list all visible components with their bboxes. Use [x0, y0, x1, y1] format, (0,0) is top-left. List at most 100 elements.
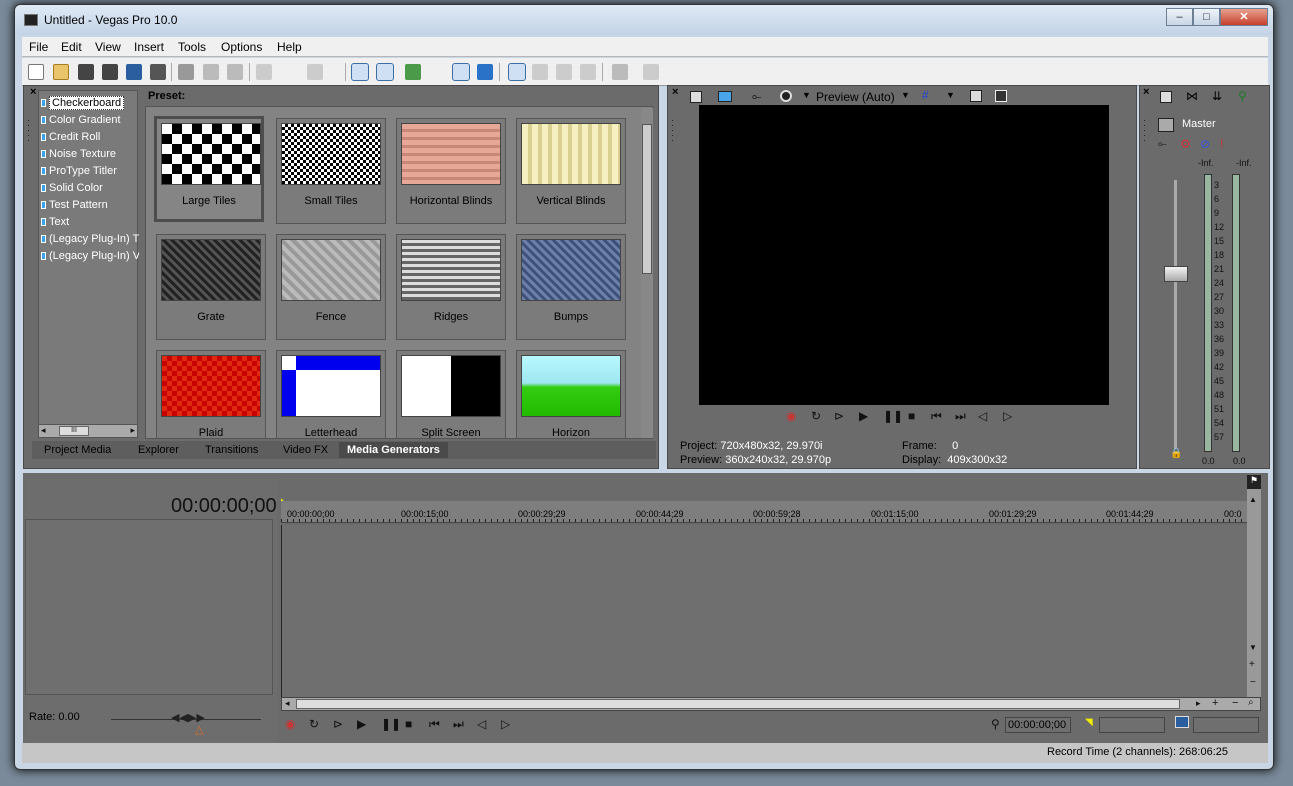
play-from-start-icon[interactable]: ⊳ — [834, 409, 844, 423]
scroll-up-icon[interactable]: ▲ — [1249, 495, 1257, 504]
timeline-horizontal-scrollbar[interactable]: ◂ ▸ + − ⌕ — [281, 697, 1261, 711]
close-panel-icon[interactable]: × — [1143, 86, 1149, 98]
preset-bumps[interactable]: Bumps — [516, 234, 626, 340]
tree-item-noise-texture[interactable]: Noise Texture — [41, 146, 139, 162]
scroll-left-icon[interactable]: ◂ — [285, 698, 290, 709]
stop-icon[interactable]: ■ — [908, 409, 915, 423]
preview-properties-icon[interactable] — [690, 91, 702, 103]
menu-help[interactable]: Help — [277, 40, 302, 54]
menu-file[interactable]: File — [29, 40, 48, 54]
minimize-button[interactable]: – — [1166, 8, 1193, 26]
mixer-properties-icon[interactable] — [1160, 91, 1172, 103]
selection-start-field[interactable] — [1099, 717, 1165, 733]
redo-icon[interactable] — [307, 64, 323, 80]
preset-split-screen[interactable]: Split Screen — [396, 350, 506, 438]
chevron-down-icon[interactable]: ▼ — [946, 90, 955, 100]
vegas-app-icon[interactable] — [24, 14, 38, 26]
selection-tool-icon[interactable] — [556, 64, 572, 80]
play-icon[interactable]: ▶ — [357, 717, 366, 731]
preset-small-tiles[interactable]: Small Tiles — [276, 118, 386, 224]
snapping-icon[interactable] — [452, 63, 470, 81]
pause-icon[interactable]: ❚❚ — [883, 409, 903, 423]
tab-explorer[interactable]: Explorer — [130, 442, 187, 458]
tab-media-generators[interactable]: Media Generators — [339, 442, 448, 458]
tree-item-legacy-v[interactable]: (Legacy Plug-In) V — [41, 248, 139, 264]
preset-large-tiles[interactable]: Large Tiles — [154, 116, 264, 222]
auto-ripple-icon[interactable] — [351, 63, 369, 81]
tab-project-media[interactable]: Project Media — [36, 442, 119, 458]
tab-video-fx[interactable]: Video FX — [275, 442, 336, 458]
go-to-start-icon[interactable]: ⏮ — [931, 409, 942, 424]
open-folder-icon[interactable] — [53, 64, 69, 80]
master-fx-icon[interactable] — [1158, 118, 1174, 132]
normal-edit-tool-icon[interactable] — [508, 63, 526, 81]
properties-icon[interactable] — [150, 64, 166, 80]
copy-icon[interactable] — [203, 64, 219, 80]
tree-item-test-pattern[interactable]: Test Pattern — [41, 197, 139, 213]
zoom-in-time-icon[interactable]: + — [1212, 697, 1218, 709]
record-icon[interactable]: ◉ — [786, 409, 796, 423]
tree-horizontal-scrollbar[interactable]: ◂ III ▸ — [38, 424, 138, 438]
close-panel-icon[interactable]: × — [30, 86, 36, 98]
menu-insert[interactable]: Insert — [134, 40, 164, 54]
save-icon[interactable] — [78, 64, 94, 80]
maximize-button[interactable]: □ — [1193, 8, 1220, 26]
preset-horizontal-blinds[interactable]: Horizontal Blinds — [396, 118, 506, 224]
scroll-right-icon[interactable]: ▸ — [130, 425, 135, 436]
rate-marker-icon[interactable]: △ — [195, 723, 203, 736]
fx-bypass-icon[interactable]: ⚙ — [1180, 137, 1191, 151]
marker-bar-icon[interactable]: ⚑ — [1247, 475, 1261, 489]
play-from-start-icon[interactable]: ⊳ — [333, 717, 343, 731]
record-icon[interactable]: ◉ — [285, 717, 295, 731]
previous-frame-icon[interactable]: ◁ — [477, 717, 486, 731]
scroll-down-icon[interactable]: ▼ — [1249, 643, 1257, 652]
scroll-thumb[interactable]: III — [59, 426, 89, 436]
preset-letterhead[interactable]: Letterhead — [276, 350, 386, 438]
title-bar[interactable]: Untitled - Vegas Pro 10.0 – □ ✕ — [15, 5, 1273, 35]
play-icon[interactable]: ▶ — [859, 409, 868, 423]
tree-item-color-gradient[interactable]: Color Gradient — [41, 112, 139, 128]
loop-playback-icon[interactable]: ↻ — [309, 717, 319, 731]
save-as-icon[interactable] — [102, 64, 118, 80]
overlays-grid-icon[interactable]: # — [922, 88, 929, 102]
tree-item-credit-roll[interactable]: Credit Roll — [41, 129, 139, 145]
dock-handle-icon[interactable]: ····· — [671, 116, 679, 145]
save-snapshot-icon[interactable] — [995, 90, 1007, 102]
preset-grate[interactable]: Grate — [156, 234, 266, 340]
scroll-right-icon[interactable]: ▸ — [1196, 698, 1201, 709]
zoom-tool-icon[interactable] — [580, 64, 596, 80]
cursor-time-field[interactable]: 00:00:00;00 — [1005, 717, 1071, 733]
preset-plaid[interactable]: Plaid — [156, 350, 266, 438]
dock-handle-icon[interactable]: ····· — [27, 116, 35, 145]
undo-icon[interactable] — [256, 64, 272, 80]
menu-edit[interactable]: Edit — [61, 40, 82, 54]
master-bus-icon[interactable]: ⚲ — [1238, 89, 1247, 103]
cut-icon[interactable] — [178, 64, 194, 80]
downmix-output-icon[interactable]: ⋈ — [1186, 89, 1198, 103]
next-frame-icon[interactable]: ▷ — [501, 717, 510, 731]
menu-options[interactable]: Options — [221, 40, 262, 54]
menu-tools[interactable]: Tools — [178, 40, 206, 54]
preset-fence[interactable]: Fence — [276, 234, 386, 340]
track-timeline[interactable] — [281, 525, 1247, 697]
dock-handle-icon[interactable]: ····· — [1143, 116, 1151, 145]
timeline-ruler[interactable]: 00:00:00;00 00:00:15;00 00:00:29;29 00:0… — [281, 501, 1247, 523]
timeline-scroll-thumb[interactable] — [296, 699, 1180, 709]
tree-item-legacy-t[interactable]: (Legacy Plug-In) T — [41, 231, 139, 247]
split-screen-view-icon[interactable]: ⟜ — [752, 89, 762, 104]
go-to-start-icon[interactable]: ⏮ — [429, 717, 440, 732]
whats-this-help-icon[interactable] — [643, 64, 659, 80]
loop-playback-icon[interactable]: ↻ — [811, 409, 821, 423]
preset-vertical-blinds[interactable]: Vertical Blinds — [516, 118, 626, 224]
timeline-timecode[interactable]: 00:00:00;00 — [171, 495, 277, 518]
next-frame-icon[interactable]: ▷ — [1003, 409, 1012, 423]
preset-horizon[interactable]: Horizon — [516, 350, 626, 438]
stop-icon[interactable]: ■ — [405, 717, 412, 731]
external-monitor-icon[interactable] — [718, 91, 732, 102]
menu-view[interactable]: View — [95, 40, 121, 54]
timeline-vertical-scrollbar[interactable]: ⚑ ▲ ▼ + − — [1247, 475, 1261, 697]
tree-item-solid-color[interactable]: Solid Color — [41, 180, 139, 196]
tree-item-text[interactable]: Text — [41, 214, 139, 230]
zoom-in-track-height-icon[interactable]: + — [1249, 659, 1255, 670]
new-file-icon[interactable] — [28, 64, 44, 80]
